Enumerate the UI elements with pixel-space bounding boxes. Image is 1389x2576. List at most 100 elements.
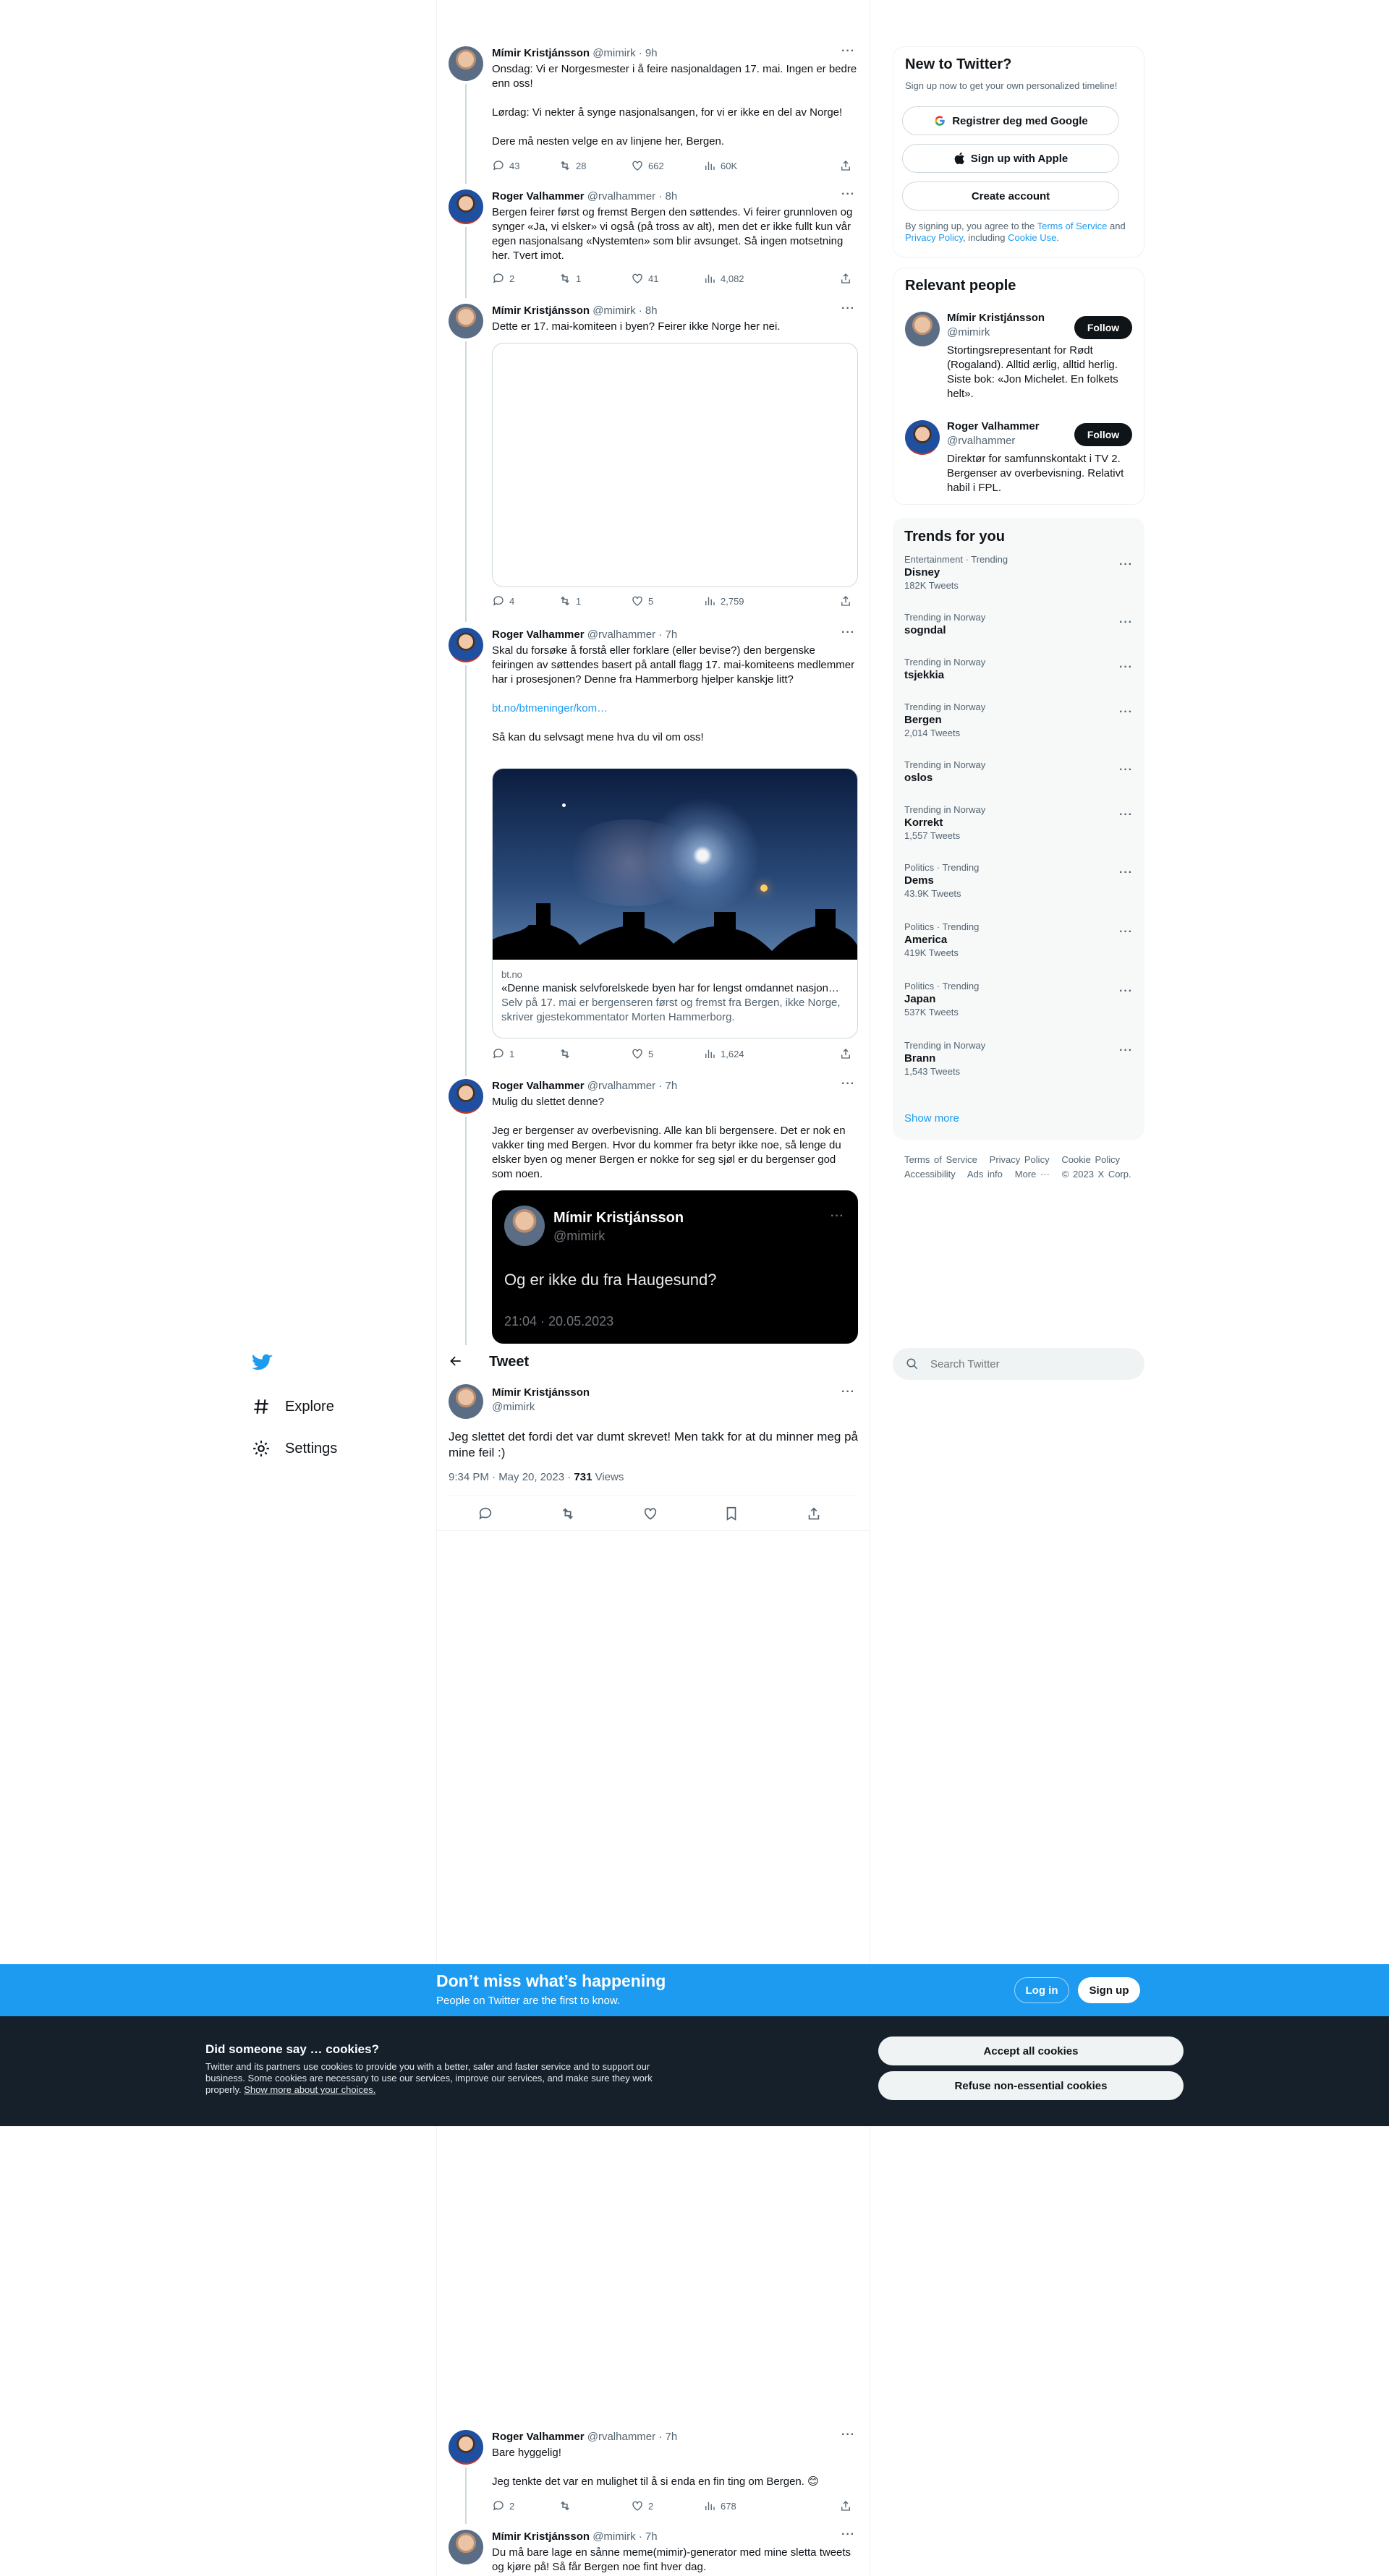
- retweet-button[interactable]: 1: [558, 272, 581, 285]
- footer-link[interactable]: Terms of Service: [904, 1154, 977, 1165]
- apple-signup-button[interactable]: Sign up with Apple: [902, 144, 1119, 173]
- avatar[interactable]: [449, 46, 483, 81]
- bookmark-icon[interactable]: [723, 1506, 739, 1522]
- avatar[interactable]: [449, 2530, 483, 2564]
- quoted-tweet-image[interactable]: Mímir Kristjánsson @mimirk ··· Og er ikk…: [492, 1190, 858, 1344]
- heart-icon[interactable]: [642, 1506, 658, 1522]
- trend-item[interactable]: Politics · Trending Dems 43.9K Tweets ···: [904, 862, 1133, 900]
- twitter-logo[interactable]: [252, 1354, 273, 1376]
- author-name[interactable]: Roger Valhammer: [492, 2431, 585, 2443]
- trend-item[interactable]: Trending in Norway Korrekt 1,557 Tweets ···: [904, 804, 1133, 842]
- author-name[interactable]: Roger Valhammer: [492, 1080, 585, 1092]
- author-name[interactable]: Roger Valhammer: [492, 190, 585, 202]
- like-button[interactable]: 2: [631, 2499, 653, 2512]
- trend-item[interactable]: Politics · Trending America 419K Tweets ···: [904, 921, 1133, 959]
- tweet[interactable]: Mímir Kristjánsson @mimirk · 9h ··· Onsd…: [437, 40, 870, 184]
- views-button[interactable]: 678: [703, 2499, 736, 2512]
- trend-item[interactable]: Trending in Norway Bergen 2,014 Tweets ···: [904, 701, 1133, 739]
- avatar[interactable]: [449, 2430, 483, 2465]
- like-button[interactable]: 41: [631, 272, 658, 285]
- main-author[interactable]: Mímir Kristjánsson: [492, 1386, 590, 1400]
- more-icon[interactable]: ···: [1119, 926, 1133, 939]
- avatar[interactable]: [449, 189, 483, 224]
- follow-button[interactable]: Follow: [1074, 316, 1132, 339]
- avatar[interactable]: [905, 420, 940, 455]
- author-name[interactable]: Roger Valhammer: [492, 628, 585, 641]
- footer-link[interactable]: More ···: [1015, 1169, 1050, 1180]
- share-icon[interactable]: [806, 1506, 822, 1522]
- nav-settings[interactable]: Settings: [252, 1439, 337, 1458]
- nav-explore[interactable]: Explore: [252, 1397, 334, 1416]
- accept-cookies-button[interactable]: Accept all cookies: [878, 2037, 1184, 2065]
- trend-item[interactable]: Entertainment · Trending Disney 182K Tweet…: [904, 554, 1133, 592]
- signup-button[interactable]: Sign up: [1078, 1977, 1140, 2003]
- show-more-link[interactable]: Show more: [904, 1112, 959, 1125]
- views-button[interactable]: 1,624: [703, 1047, 744, 1060]
- footer-link[interactable]: Cookie Policy: [1061, 1154, 1120, 1165]
- cookie-use-link[interactable]: Cookie Use: [1008, 232, 1056, 243]
- refuse-cookies-button[interactable]: Refuse non-essential cookies: [878, 2071, 1184, 2100]
- share-button[interactable]: [839, 2499, 852, 2512]
- views-button[interactable]: 2,759: [703, 594, 744, 607]
- more-icon[interactable]: ···: [841, 188, 855, 201]
- author-name[interactable]: Mímir Kristjánsson: [492, 304, 590, 317]
- retweet-button[interactable]: 1: [558, 594, 581, 607]
- more-icon[interactable]: ···: [841, 1386, 855, 1399]
- tweet[interactable]: Roger Valhammer @rvalhammer · 7h ··· Bar…: [437, 2424, 870, 2524]
- trend-item[interactable]: Politics · Trending Japan 537K Tweets ···: [904, 981, 1133, 1018]
- tos-link[interactable]: Terms of Service: [1037, 221, 1108, 231]
- create-account-button[interactable]: Create account: [902, 182, 1119, 210]
- avatar[interactable]: [905, 312, 940, 346]
- like-button[interactable]: 662: [631, 159, 664, 172]
- avatar[interactable]: [449, 304, 483, 338]
- more-icon[interactable]: ···: [1119, 1044, 1133, 1057]
- reply-button[interactable]: 2: [492, 272, 514, 285]
- author-name[interactable]: Mímir Kristjánsson: [492, 47, 590, 59]
- more-icon[interactable]: ···: [1119, 616, 1133, 629]
- search-input[interactable]: [930, 1357, 1126, 1371]
- more-icon[interactable]: ···: [841, 45, 855, 58]
- more-icon[interactable]: ···: [841, 2528, 855, 2541]
- more-icon[interactable]: ···: [1119, 558, 1133, 571]
- tweet[interactable]: Roger Valhammer @rvalhammer · 8h ··· Ber…: [437, 184, 870, 298]
- tweet[interactable]: Roger Valhammer @rvalhammer · 7h ··· Ska…: [437, 622, 870, 1076]
- google-signup-button[interactable]: Registrer deg med Google: [902, 106, 1119, 135]
- retweet-button[interactable]: [558, 2499, 576, 2512]
- like-button[interactable]: 5: [631, 594, 653, 607]
- more-icon[interactable]: ···: [841, 302, 855, 315]
- trend-item[interactable]: Trending in Norway sogndal ···: [904, 612, 1133, 638]
- more-icon[interactable]: ···: [1119, 706, 1133, 719]
- like-button[interactable]: 5: [631, 1047, 653, 1060]
- reply-button[interactable]: 4: [492, 594, 514, 607]
- follow-button[interactable]: Follow: [1074, 423, 1132, 446]
- tweet-link[interactable]: bt.no/btmeninger/kom…: [492, 701, 858, 716]
- login-button[interactable]: Log in: [1014, 1977, 1069, 2003]
- cookie-more-link[interactable]: Show more about your choices.: [244, 2084, 375, 2095]
- more-icon[interactable]: ···: [841, 626, 855, 639]
- share-button[interactable]: [839, 159, 852, 172]
- tweet[interactable]: Mímir Kristjánsson @mimirk · 7h ··· Du m…: [437, 2524, 870, 2576]
- share-button[interactable]: [839, 272, 852, 285]
- back-arrow-icon[interactable]: [449, 1354, 463, 1373]
- footer-link[interactable]: Accessibility: [904, 1169, 956, 1180]
- reply-button[interactable]: 43: [492, 159, 519, 172]
- share-button[interactable]: [839, 1047, 852, 1060]
- tweet-media[interactable]: [492, 343, 858, 587]
- person-name[interactable]: Roger Valhammer: [947, 420, 1040, 432]
- trend-item[interactable]: Trending in Norway Brann 1,543 Tweets ···: [904, 1040, 1133, 1078]
- trend-item[interactable]: Trending in Norway tsjekkia ···: [904, 657, 1133, 683]
- more-icon[interactable]: ···: [841, 2428, 855, 2441]
- more-icon[interactable]: ···: [841, 1078, 855, 1091]
- avatar[interactable]: [449, 1384, 483, 1419]
- search-box[interactable]: [893, 1348, 1144, 1380]
- reply-button[interactable]: 2: [492, 2499, 514, 2512]
- privacy-link[interactable]: Privacy Policy: [905, 232, 963, 243]
- footer-link[interactable]: Ads info: [967, 1169, 1003, 1180]
- avatar[interactable]: [449, 628, 483, 662]
- author-name[interactable]: Mímir Kristjánsson: [492, 2530, 590, 2543]
- views-button[interactable]: 60K: [703, 159, 737, 172]
- retweet-icon[interactable]: [560, 1506, 576, 1522]
- retweet-button[interactable]: 28: [558, 159, 586, 172]
- tweet[interactable]: Mímir Kristjánsson @mimirk · 8h ··· Dett…: [437, 298, 870, 622]
- more-icon[interactable]: ···: [1119, 985, 1133, 998]
